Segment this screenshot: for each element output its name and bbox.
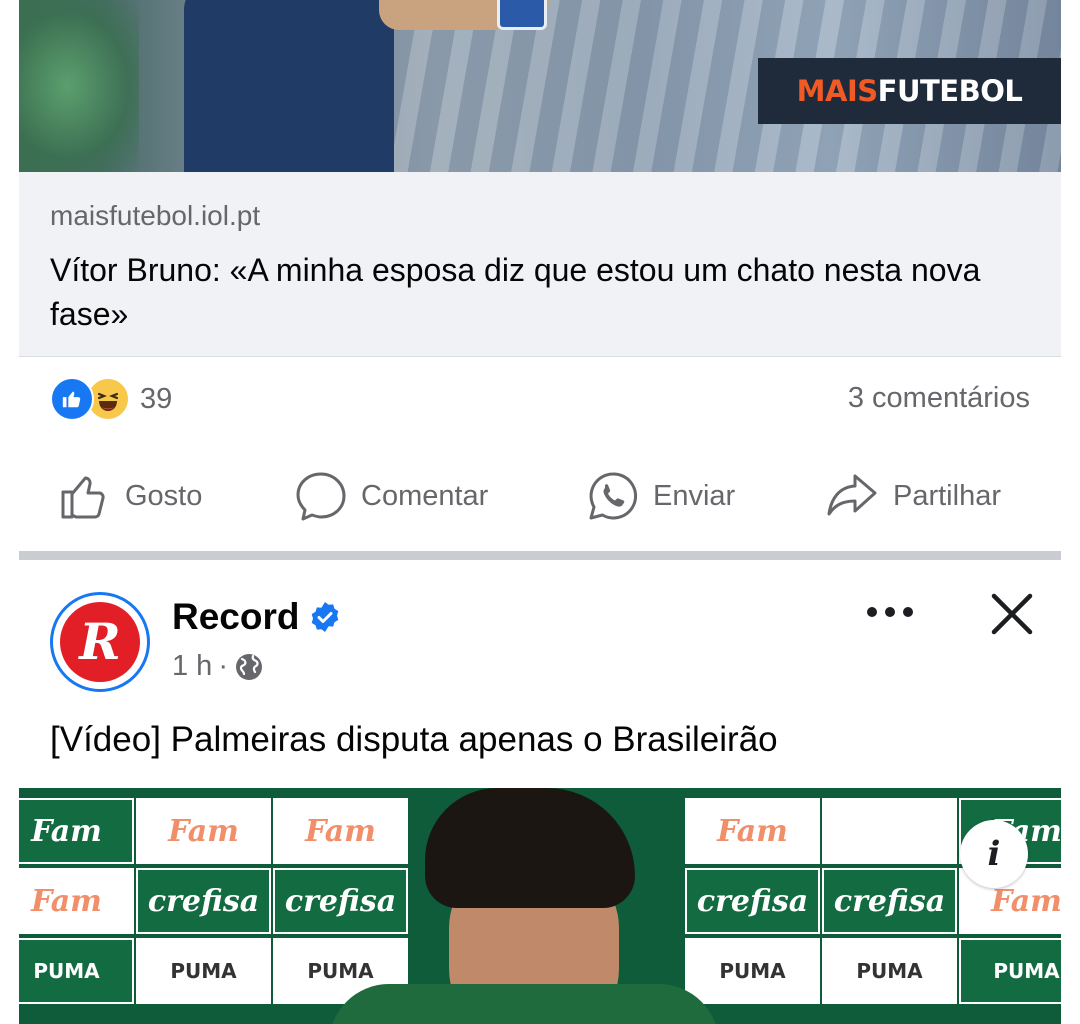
page-name[interactable]: Record: [172, 596, 299, 638]
link-domain: maisfutebol.iol.pt: [50, 200, 261, 231]
more-options-button[interactable]: [862, 592, 918, 632]
sponsor-tile: crefisa: [136, 868, 271, 934]
page-avatar[interactable]: R: [50, 592, 150, 692]
page-name-row: Record: [172, 596, 341, 638]
comment-icon: [296, 472, 346, 521]
share-icon: [827, 474, 877, 516]
image-background: [19, 0, 139, 172]
send-button[interactable]: Enviar: [587, 460, 735, 532]
post-image[interactable]: MAIS FUTEBOL: [19, 0, 1061, 172]
sponsor-tile: PUMA: [136, 938, 271, 1004]
sponsor-tile: Fam: [273, 798, 408, 864]
send-label: Enviar: [653, 479, 736, 512]
post-action-bar: Gosto Comentar Enviar Partilhar: [19, 460, 1061, 532]
hide-post-button[interactable]: [984, 586, 1040, 642]
whatsapp-icon: [589, 472, 638, 520]
svg-text:R: R: [77, 612, 121, 671]
image-person: [184, 0, 394, 172]
sponsor-tile: Fam: [136, 798, 271, 864]
post-text: [Vídeo] Palmeiras disputa apenas o Brasi…: [50, 720, 778, 759]
sponsor-tile: PUMA: [685, 938, 820, 1004]
like-button[interactable]: Gosto: [59, 460, 202, 532]
sponsor-tile: PUMA: [19, 938, 134, 1004]
sponsor-tile: Fam: [685, 798, 820, 864]
link-preview-card[interactable]: maisfutebol.iol.pt Vítor Bruno: «A minha…: [19, 172, 1061, 357]
link-title: Vítor Bruno: «A minha esposa diz que est…: [50, 252, 981, 332]
verified-badge-icon: [312, 602, 339, 632]
palmeiras-tile: [822, 798, 957, 864]
reaction-count: 39: [140, 382, 173, 415]
sponsor-tile: crefisa: [685, 868, 820, 934]
sponsor-tile: Fam: [19, 798, 134, 864]
post-meta: 1 h ·: [172, 650, 264, 683]
subject-hair: [425, 788, 635, 908]
feed-separator: [19, 551, 1061, 560]
info-button[interactable]: i: [960, 820, 1028, 888]
sponsor-tile: crefisa: [822, 868, 957, 934]
maisfutebol-logo: MAIS FUTEBOL: [758, 58, 1061, 124]
sponsor-tile: PUMA: [959, 938, 1061, 1004]
comment-button[interactable]: Comentar: [295, 460, 488, 532]
like-label: Gosto: [125, 479, 203, 512]
comment-label: Comentar: [361, 479, 489, 512]
image-wristband: [497, 0, 547, 30]
post-header: R Record 1 h ·: [0, 580, 1080, 700]
reactions-summary[interactable]: 39: [50, 377, 173, 421]
post-time[interactable]: 1 h: [172, 650, 212, 683]
like-icon: [50, 377, 94, 421]
sponsor-tile: crefisa: [273, 868, 408, 934]
thumbs-up-icon: [61, 476, 105, 519]
close-icon: [991, 593, 1033, 635]
record-logo-icon: R: [60, 602, 140, 682]
meta-separator: ·: [218, 650, 228, 682]
video-subject: [329, 788, 719, 1024]
more-dots-icon: [867, 607, 913, 617]
video-player[interactable]: Fam Fam Fam Fam Fam Fam crefisa crefisa …: [19, 788, 1061, 1024]
comments-count-link[interactable]: 3 comentários: [848, 382, 1030, 415]
subject-shirt: [329, 984, 719, 1024]
globe-icon: [236, 653, 262, 680]
share-label: Partilhar: [893, 479, 1001, 512]
sponsor-tile: PUMA: [822, 938, 957, 1004]
sponsor-tile: Fam: [19, 868, 134, 934]
share-button[interactable]: Partilhar: [825, 460, 1001, 532]
